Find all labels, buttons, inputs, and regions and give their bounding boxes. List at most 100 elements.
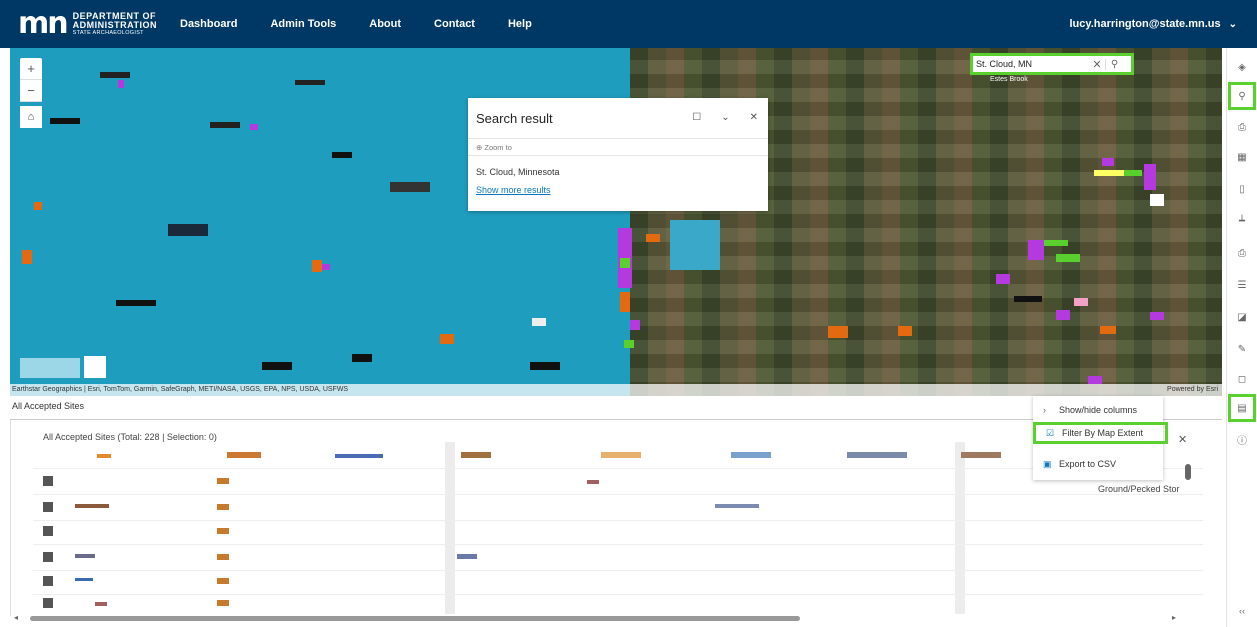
export-icon: ▣ [1043, 458, 1052, 469]
table-row[interactable] [33, 544, 1203, 545]
tab-all-accepted-sites[interactable]: All Accepted Sites [12, 401, 84, 411]
horizontal-scroll-thumb[interactable] [30, 616, 800, 621]
edit-icon[interactable]: ◪ [1229, 304, 1255, 330]
nav-help[interactable]: Help [508, 18, 532, 30]
table-title: All Accepted Sites (Total: 228 | Selecti… [43, 432, 217, 442]
zoom-out-button[interactable]: − [20, 80, 42, 102]
show-more-results-link[interactable]: Show more results [476, 185, 551, 195]
site-marker [898, 326, 912, 336]
map-place-label: Estes Brook [990, 76, 1028, 83]
grid-icon[interactable]: ▦ [1229, 144, 1255, 170]
pencil-icon[interactable]: ✎ [1229, 336, 1255, 362]
zoom-in-button[interactable]: + [20, 58, 42, 80]
user-email: lucy.harrington@state.mn.us [1069, 18, 1221, 30]
basemap-icon[interactable]: ⎙ [1229, 114, 1255, 140]
site-marker [1028, 240, 1044, 260]
site-marker [1056, 310, 1070, 320]
checkbox-icon: ☑ [1046, 427, 1055, 438]
close-icon[interactable]: ✕ [750, 112, 758, 123]
site-marker [828, 326, 848, 338]
table-cell: Ground/Pecked Stor [1098, 484, 1180, 494]
table-row[interactable] [33, 570, 1203, 571]
site-marker [295, 80, 325, 85]
search-icon[interactable]: ⚲ [1228, 82, 1256, 110]
row-checkbox[interactable] [43, 576, 53, 586]
map-attribution: Earthstar Geographics | Esri, TomTom, Ga… [10, 384, 1222, 396]
site-marker [116, 300, 156, 306]
layers-icon[interactable]: ◈ [1229, 54, 1255, 80]
comment-icon[interactable]: ◻ [1229, 366, 1255, 392]
row-checkbox[interactable] [43, 526, 53, 536]
site-marker [440, 334, 454, 344]
nav-contact[interactable]: Contact [434, 18, 475, 30]
menu-export-csv[interactable]: ▣ Export to CSV [1033, 453, 1163, 475]
main-nav: Dashboard Admin Tools About Contact Help [180, 0, 565, 48]
site-marker [250, 124, 258, 130]
row-checkbox[interactable] [43, 502, 53, 512]
search-result-popup: Search result ☐ ⌄ ✕ ⊕ Zoom to St. Cloud,… [468, 98, 768, 211]
site-marker [1150, 194, 1164, 206]
info-icon[interactable]: ⓘ [1229, 426, 1255, 452]
home-button[interactable]: ⌂ [20, 106, 42, 128]
print-icon[interactable]: ⎙ [1229, 240, 1255, 266]
measure-icon[interactable]: ┷ [1229, 208, 1255, 234]
nav-dashboard[interactable]: Dashboard [180, 18, 237, 30]
scroll-left-icon[interactable]: ◂ [14, 613, 18, 622]
site-marker [646, 234, 660, 242]
site-marker [34, 202, 42, 210]
row-checkbox[interactable] [43, 552, 53, 562]
zoom-to-button[interactable]: ⊕ Zoom to [468, 138, 768, 156]
site-marker [1102, 158, 1114, 166]
row-checkbox[interactable] [43, 598, 53, 608]
search-input[interactable] [973, 59, 1089, 69]
menu-show-hide-columns[interactable]: › Show/hide columns [1033, 399, 1163, 421]
site-marker [1074, 298, 1088, 306]
logo-line-2: ADMINISTRATION [72, 19, 157, 30]
site-marker [1150, 312, 1164, 320]
result-city: St. Cloud, Minnesota [476, 167, 560, 177]
scroll-right-icon[interactable]: ▸ [1172, 613, 1176, 622]
table-icon[interactable]: ▤ [1228, 394, 1256, 422]
attribute-table: All Accepted Sites (Total: 228 | Selecti… [10, 420, 1203, 616]
site-marker [118, 80, 124, 88]
site-marker [100, 72, 130, 78]
table-row[interactable] [33, 468, 1203, 469]
logo[interactable]: mn DEPARTMENT OF ADMINISTRATION STATE AR… [18, 8, 157, 40]
menu-filter-by-map-extent[interactable]: ☑ Filter By Map Extent [1033, 422, 1168, 444]
table-row[interactable] [33, 594, 1203, 595]
user-menu[interactable]: lucy.harrington@state.mn.us ⌄ [1070, 0, 1238, 48]
bookmark-icon[interactable]: ▯ [1229, 176, 1255, 202]
lake [670, 220, 720, 270]
vertical-scroll-thumb[interactable] [1185, 464, 1191, 480]
row-checkbox[interactable] [43, 476, 53, 486]
nav-admin-tools[interactable]: Admin Tools [270, 18, 336, 30]
table-row[interactable] [33, 494, 1203, 495]
clear-search-button[interactable]: ✕ [1089, 58, 1105, 71]
table-options-menu: › Show/hide columns ☑ Filter By Map Exte… [1033, 396, 1168, 480]
collapse-icon[interactable]: ⌄ [721, 112, 729, 123]
site-marker [1088, 376, 1102, 384]
nav-about[interactable]: About [369, 18, 401, 30]
search-box: ✕ ⚲ [970, 53, 1134, 75]
site-marker [1094, 170, 1124, 176]
site-marker [530, 362, 560, 370]
map-label-box [84, 356, 106, 378]
search-icon[interactable]: ⚲ [1105, 58, 1123, 70]
site-marker [620, 258, 630, 268]
site-marker [1100, 326, 1116, 334]
site-marker [210, 122, 240, 128]
site-marker [1124, 170, 1142, 176]
site-marker [1056, 254, 1080, 262]
site-marker [312, 260, 322, 272]
powered-by[interactable]: Powered by Esri [1167, 384, 1218, 396]
close-table-button[interactable]: ✕ [1178, 433, 1187, 446]
site-marker [50, 118, 80, 124]
list-icon[interactable]: ☰ [1229, 272, 1255, 298]
site-marker [1014, 296, 1042, 302]
collapse-toolbar-icon[interactable]: ‹‹ [1229, 598, 1255, 624]
site-marker [630, 320, 640, 330]
table-row[interactable] [33, 520, 1203, 521]
site-marker [22, 250, 32, 264]
dock-icon[interactable]: ☐ [692, 112, 701, 123]
map-label-box [20, 358, 80, 378]
